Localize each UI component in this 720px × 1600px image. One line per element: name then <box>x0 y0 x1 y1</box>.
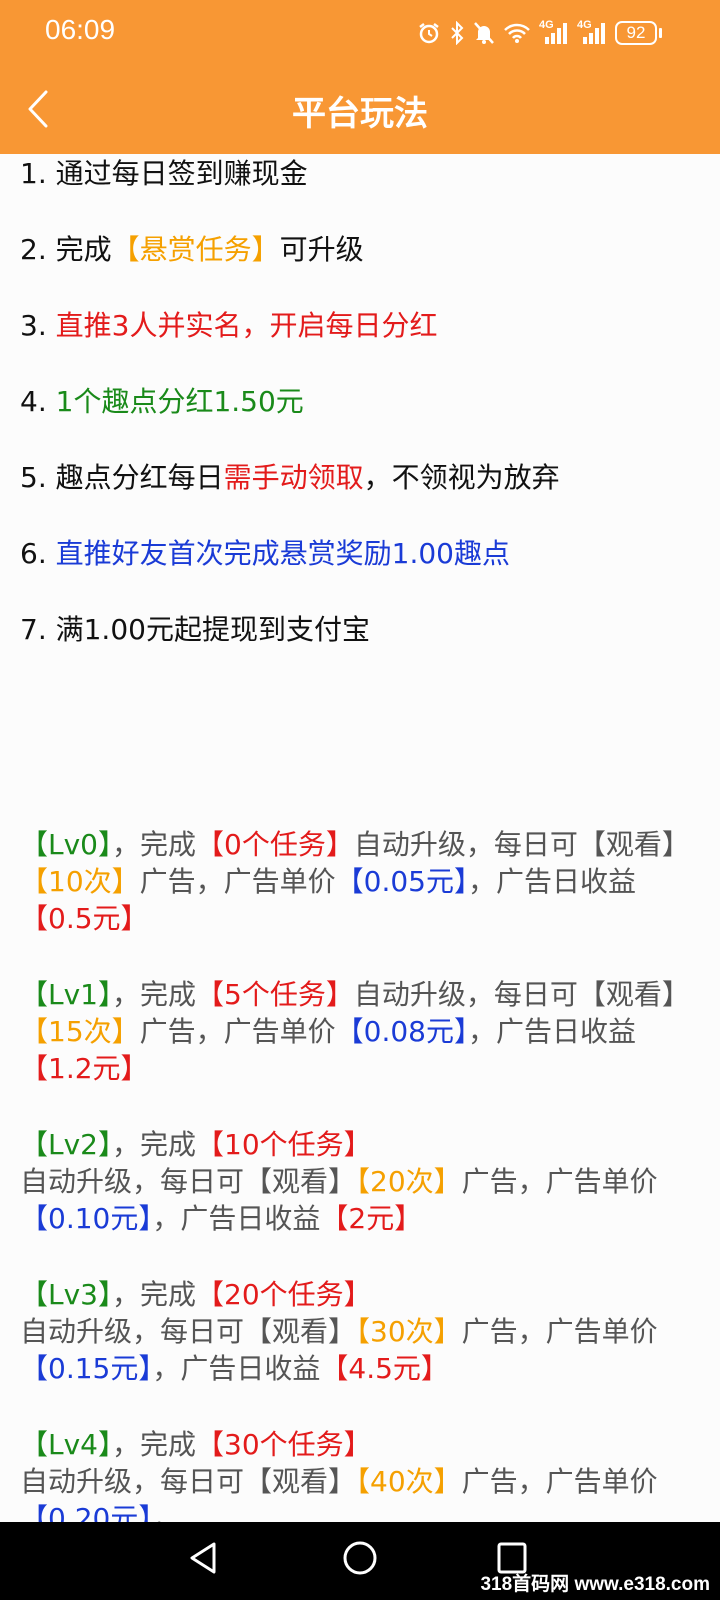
rule-item: 5. 趣点分红每日需手动领取，不领视为放弃 <box>20 458 710 498</box>
level-tasks: 【10个任务】 <box>196 1128 372 1161</box>
home-circle-icon[interactable] <box>342 1540 378 1576</box>
level-text: 自动升级，每日可【观看】 <box>20 1165 357 1198</box>
level-item: 【Lv3】，完成【20个任务】自动升级，每日可【观看】【30次】广告，广告单价【… <box>20 1276 700 1387</box>
rule-highlight: 1个趣点分红1.50元 <box>55 385 304 418</box>
level-text: 广告，广告单价 <box>461 1465 658 1498</box>
level-item: 【Lv1】，完成【5个任务】自动升级，每日可【观看】【15次】广告，广告单价【0… <box>20 976 700 1087</box>
level-price: 【0.08元】 <box>335 1015 469 1048</box>
rule-text: 4. <box>20 385 56 418</box>
rule-highlight: 需手动领取 <box>223 461 364 494</box>
level-text: ，完成 <box>112 828 197 861</box>
rule-item: 6. 直推好友首次完成悬赏奖励1.00趣点 <box>20 534 710 574</box>
page-title: 平台玩法 <box>292 94 428 134</box>
level-tasks: 【30个任务】 <box>196 1428 372 1461</box>
rule-text: 1. 通过每日签到赚现金 <box>20 157 308 190</box>
level-times: 【20次】 <box>356 1165 462 1198</box>
rules-list: 1. 通过每日签到赚现金 2. 完成【悬赏任务】可升级 3. 直推3人并实名，开… <box>20 154 710 686</box>
back-triangle-icon[interactable] <box>186 1540 220 1576</box>
status-bar: 06:09 4G 4G 92 <box>0 0 720 64</box>
level-times: 【10次】 <box>20 865 140 898</box>
wifi-icon <box>503 22 531 44</box>
level-text: ，完成 <box>112 978 197 1011</box>
level-text: ，广告日收益 <box>152 1202 321 1235</box>
level-income: 【0.5元】 <box>20 902 149 935</box>
navigation-bar: 318首码网 www.e318.com <box>0 1522 720 1600</box>
level-text: 自动升级，每日可【观看】 <box>20 1465 357 1498</box>
level-income: 【2元】 <box>320 1202 423 1235</box>
level-price: 【0.05元】 <box>335 865 469 898</box>
level-text: ，广告日收益 <box>468 865 637 898</box>
level-badge: 【Lv0】 <box>20 828 112 861</box>
rule-text: 7. 满1.00元起提现到支付宝 <box>20 613 370 646</box>
level-badge: 【Lv1】 <box>20 978 112 1011</box>
level-price: 【0.15元】 <box>20 1352 153 1385</box>
level-text: ，广告日收益 <box>152 1352 321 1385</box>
rule-highlight: 直推3人并实名，开启每日分红 <box>55 309 438 342</box>
level-item: 【Lv4】，完成【30个任务】自动升级，每日可【观看】【40次】广告，广告单价【… <box>20 1426 700 1537</box>
level-price: 【0.10元】 <box>20 1202 153 1235</box>
level-item: 【Lv0】，完成【0个任务】自动升级，每日可【观看】【10次】广告，广告单价【0… <box>20 826 700 937</box>
rule-text: 2. 完成 <box>20 233 112 266</box>
level-text: 自动升级，每日可【观看】 <box>353 978 690 1011</box>
levels-list: 【Lv0】，完成【0个任务】自动升级，每日可【观看】【10次】广告，广告单价【0… <box>20 826 700 1576</box>
battery-icon: 92 <box>615 21 657 45</box>
battery-tip <box>659 28 662 38</box>
level-tasks: 【0个任务】 <box>196 828 354 861</box>
level-times: 【30次】 <box>356 1315 462 1348</box>
level-text: ，完成 <box>112 1128 197 1161</box>
level-text: 广告，广告单价 <box>461 1165 658 1198</box>
rule-text: 5. 趣点分红每日 <box>20 461 224 494</box>
rule-item: 7. 满1.00元起提现到支付宝 <box>20 610 710 650</box>
level-badge: 【Lv2】 <box>20 1128 112 1161</box>
title-bar: 平台玩法 <box>0 64 720 154</box>
rule-text: 3. <box>20 309 56 342</box>
signal-4g-icon: 4G <box>577 19 607 45</box>
level-badge: 【Lv3】 <box>20 1278 112 1311</box>
rule-highlight: 【悬赏任务】 <box>111 233 280 266</box>
rule-item: 4. 1个趣点分红1.50元 <box>20 382 710 422</box>
rule-item: 3. 直推3人并实名，开启每日分红 <box>20 306 710 346</box>
level-text: ，完成 <box>112 1278 197 1311</box>
level-income: 【4.5元】 <box>320 1352 449 1385</box>
rule-item: 1. 通过每日签到赚现金 <box>20 154 710 194</box>
level-item: 【Lv2】，完成【10个任务】自动升级，每日可【观看】【20次】广告，广告单价【… <box>20 1126 700 1237</box>
level-text: 广告，广告单价 <box>139 865 336 898</box>
status-time: 06:09 <box>45 14 116 45</box>
level-text: 广告，广告单价 <box>461 1315 658 1348</box>
rule-item: 2. 完成【悬赏任务】可升级 <box>20 230 710 270</box>
rule-text: ，不领视为放弃 <box>363 461 560 494</box>
level-text: ，完成 <box>112 1428 197 1461</box>
watermark: 318首码网 www.e318.com <box>480 1574 710 1595</box>
level-times: 【15次】 <box>20 1015 140 1048</box>
level-tasks: 【20个任务】 <box>196 1278 372 1311</box>
rule-text: 6. <box>20 537 56 570</box>
level-text: 自动升级，每日可【观看】 <box>20 1315 357 1348</box>
level-text: 广告，广告单价 <box>139 1015 336 1048</box>
level-times: 【40次】 <box>356 1465 462 1498</box>
rule-text: 可升级 <box>279 233 364 266</box>
rule-highlight: 直推好友首次完成悬赏奖励1.00趣点 <box>55 537 510 570</box>
mute-icon <box>473 21 495 45</box>
level-tasks: 【5个任务】 <box>196 978 354 1011</box>
status-icons: 4G 4G 92 <box>417 18 662 48</box>
level-text: ，广告日收益 <box>468 1015 637 1048</box>
level-text: 自动升级，每日可【观看】 <box>353 828 690 861</box>
level-income: 【1.2元】 <box>20 1052 149 1085</box>
signal-4g-icon: 4G <box>539 19 569 45</box>
level-badge: 【Lv4】 <box>20 1428 112 1461</box>
bluetooth-icon <box>449 21 465 45</box>
alarm-icon <box>417 21 441 45</box>
